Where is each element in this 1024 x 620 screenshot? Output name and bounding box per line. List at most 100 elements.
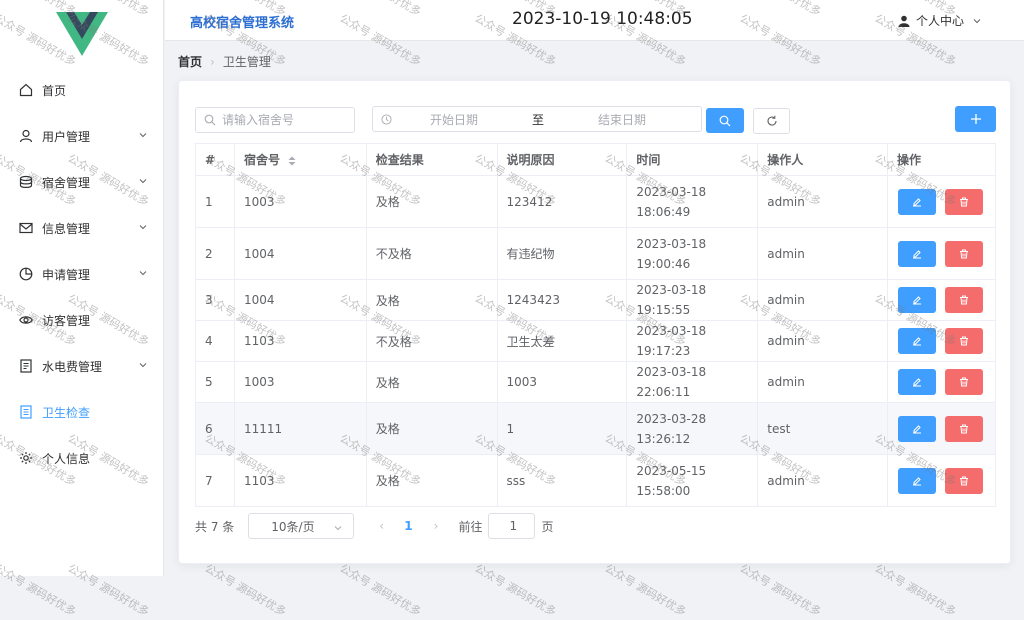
sidebar-item-hygiene[interactable]: 卫生检查 bbox=[0, 389, 164, 435]
edit-button[interactable] bbox=[898, 188, 937, 215]
breadcrumb-separator: › bbox=[210, 54, 215, 69]
cell-reason: sss bbox=[497, 454, 628, 507]
cell-result: 及格 bbox=[366, 454, 498, 507]
page-number[interactable]: 1 bbox=[404, 519, 412, 533]
watermark-text: 公众号 源码好优多 bbox=[872, 561, 959, 619]
date-range-picker[interactable]: 开始日期 至 结束日期 bbox=[372, 106, 702, 132]
column-header-index: # bbox=[195, 143, 235, 176]
trash-icon bbox=[960, 336, 969, 346]
chevron-down-icon bbox=[139, 225, 147, 230]
delete-button[interactable] bbox=[945, 369, 984, 395]
goto-page-input[interactable] bbox=[488, 513, 536, 539]
table-row: 6 11111 及格 1 2023-03-28 13:26:12 test bbox=[195, 402, 996, 455]
add-button[interactable] bbox=[955, 106, 996, 132]
sidebar-item-label: 用户管理 bbox=[42, 129, 91, 144]
sidebar-item-label: 卫生检查 bbox=[42, 405, 91, 420]
page-suffix-label: 页 bbox=[541, 519, 554, 534]
column-header-time: 时间 bbox=[626, 143, 759, 176]
trash-icon bbox=[960, 424, 969, 433]
column-header-result: 检查结果 bbox=[366, 143, 498, 176]
table-row: 1 1003 及格 123412 2023-03-18 18:06:49 adm… bbox=[195, 175, 996, 228]
edit-button[interactable] bbox=[898, 467, 937, 494]
cell-dorm: 1004 bbox=[234, 279, 367, 321]
date-range-separator: 至 bbox=[532, 112, 545, 127]
sidebar: 首页 用户管理 宿舍管理 信息管理 申请管理 访客管理 水电费管理 卫生检查 个… bbox=[0, 0, 164, 576]
sidebar-item-label: 申请管理 bbox=[42, 267, 91, 282]
database-icon bbox=[18, 174, 34, 190]
cell-index: 4 bbox=[195, 320, 235, 362]
cell-time: 2023-03-18 19:17:23 bbox=[626, 320, 759, 362]
user-icon bbox=[18, 128, 34, 144]
watermark-text: 公众号 源码好优多 bbox=[202, 561, 289, 619]
column-header-operator: 操作人 bbox=[757, 143, 889, 176]
delete-button[interactable] bbox=[945, 240, 984, 267]
edit-icon bbox=[913, 424, 922, 433]
edit-icon bbox=[913, 249, 922, 258]
sidebar-item-home[interactable]: 首页 bbox=[0, 67, 164, 113]
edit-button[interactable] bbox=[898, 415, 937, 442]
dorm-search-field[interactable] bbox=[195, 107, 355, 133]
next-page-button[interactable]: › bbox=[434, 519, 439, 533]
end-date-input[interactable]: 结束日期 bbox=[598, 111, 646, 128]
breadcrumb-current: 卫生管理 bbox=[222, 55, 271, 69]
gear-icon bbox=[18, 450, 34, 466]
delete-button[interactable] bbox=[945, 188, 984, 215]
table-row: 3 1004 及格 1243423 2023-03-18 19:15:55 ad… bbox=[195, 279, 996, 321]
breadcrumb-home[interactable]: 首页 bbox=[178, 53, 202, 70]
cell-result: 及格 bbox=[366, 361, 498, 403]
sidebar-item-utilities[interactable]: 水电费管理 bbox=[0, 343, 164, 389]
sidebar-item-users[interactable]: 用户管理 bbox=[0, 113, 164, 159]
sidebar-item-info[interactable]: 信息管理 bbox=[0, 205, 164, 251]
prev-page-button[interactable]: ‹ bbox=[379, 519, 393, 533]
bill-icon bbox=[18, 358, 34, 374]
trash-icon bbox=[960, 249, 969, 258]
sidebar-item-label: 宿舍管理 bbox=[42, 175, 91, 190]
cell-operator: admin bbox=[757, 361, 889, 403]
delete-button[interactable] bbox=[945, 415, 984, 442]
app-title: 高校宿舍管理系统 bbox=[190, 16, 295, 31]
cell-dorm: 1103 bbox=[234, 320, 367, 362]
start-date-input[interactable]: 开始日期 bbox=[430, 111, 478, 128]
clock-icon bbox=[381, 113, 392, 125]
search-button[interactable] bbox=[706, 108, 744, 133]
sidebar-item-dorms[interactable]: 宿舍管理 bbox=[0, 159, 164, 205]
user-menu-dropdown[interactable]: 个人中心 bbox=[898, 12, 988, 29]
edit-button[interactable] bbox=[898, 287, 937, 313]
page-size-select[interactable]: 10条/页 bbox=[248, 513, 355, 539]
table-row: 7 1103 及格 sss 2023-05-15 15:58:00 admin bbox=[195, 454, 996, 507]
delete-button[interactable] bbox=[945, 328, 984, 354]
column-header-dorm[interactable]: 宿舍号 bbox=[234, 143, 367, 176]
edit-icon bbox=[913, 337, 922, 346]
sidebar-menu: 首页 用户管理 宿舍管理 信息管理 申请管理 访客管理 水电费管理 卫生检查 个… bbox=[0, 67, 164, 481]
edit-button[interactable] bbox=[898, 328, 937, 354]
sidebar-item-applications[interactable]: 申请管理 bbox=[0, 251, 164, 297]
trash-icon bbox=[960, 476, 969, 485]
column-header-actions: 操作 bbox=[887, 143, 996, 176]
cell-reason: 1 bbox=[497, 402, 628, 455]
cell-dorm: 11111 bbox=[234, 402, 367, 455]
cell-reason: 123412 bbox=[497, 175, 628, 228]
column-header-label: 宿舍号 bbox=[243, 153, 280, 167]
dorm-search-input[interactable] bbox=[222, 113, 352, 127]
delete-button[interactable] bbox=[945, 287, 984, 313]
eye-icon bbox=[18, 312, 34, 328]
sort-icon[interactable] bbox=[288, 156, 296, 166]
pagination: 共 7 条 10条/页 ‹ 1 › 前往 页 bbox=[195, 513, 553, 539]
cell-index: 5 bbox=[195, 361, 235, 403]
sidebar-item-label: 个人信息 bbox=[42, 451, 91, 466]
edit-button[interactable] bbox=[898, 240, 937, 267]
edit-button[interactable] bbox=[898, 369, 937, 395]
watermark-text: 公众号 源码好优多 bbox=[472, 561, 559, 619]
cell-operator: admin bbox=[757, 175, 889, 228]
cell-reason: 1003 bbox=[497, 361, 628, 403]
sidebar-item-label: 信息管理 bbox=[42, 221, 91, 236]
main-card: 开始日期 至 结束日期 # 宿舍号 检查结果 说明原因 时间 操作人 操作 bbox=[178, 80, 1011, 564]
home-icon bbox=[18, 82, 34, 98]
reset-button[interactable] bbox=[753, 108, 790, 134]
sidebar-item-profile[interactable]: 个人信息 bbox=[0, 435, 164, 481]
edit-icon bbox=[913, 296, 922, 305]
search-icon bbox=[204, 114, 216, 126]
delete-button[interactable] bbox=[945, 467, 984, 494]
sidebar-item-visitors[interactable]: 访客管理 bbox=[0, 297, 164, 343]
trash-icon bbox=[960, 377, 969, 387]
